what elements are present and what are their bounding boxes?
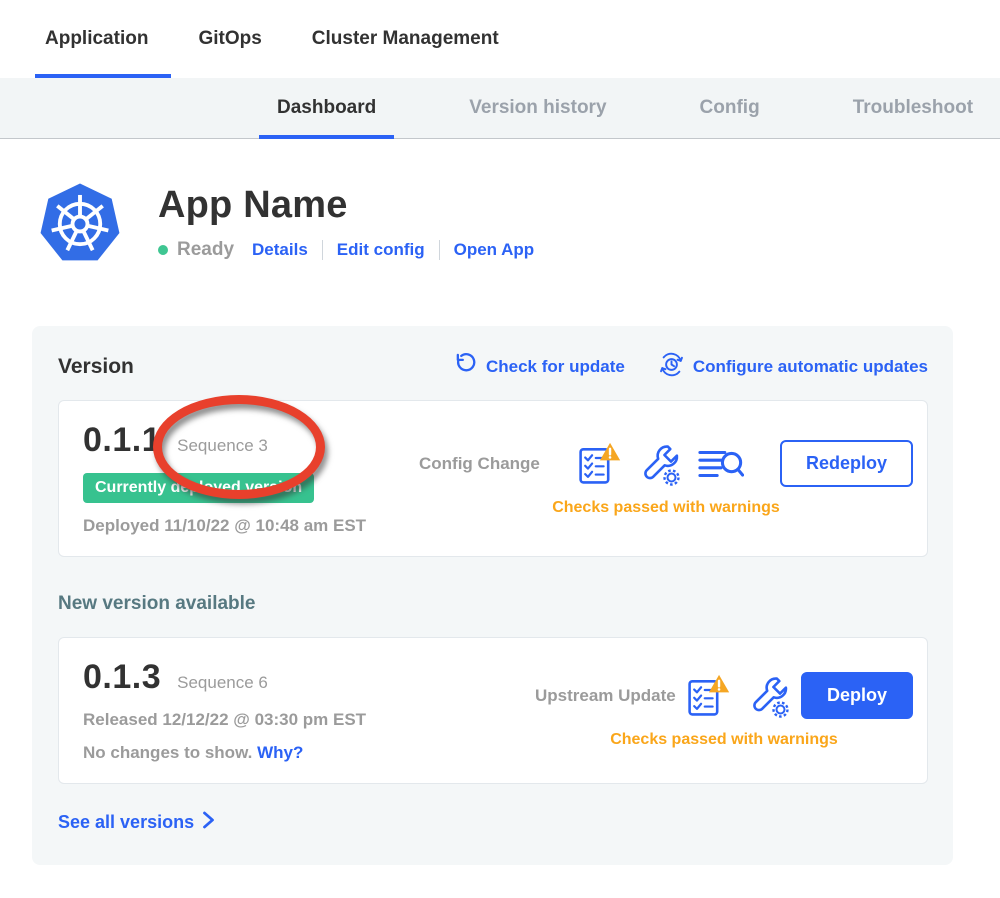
new-version-sequence: Sequence 6 bbox=[177, 673, 268, 693]
deployed-timestamp: Deployed 11/10/22 @ 10:48 am EST bbox=[83, 516, 419, 536]
status-dot bbox=[158, 245, 168, 255]
tab-cluster-management[interactable]: Cluster Management bbox=[312, 0, 499, 78]
new-change-type: Upstream Update bbox=[535, 686, 676, 706]
warning-triangle bbox=[600, 442, 620, 459]
page-title: App Name bbox=[158, 185, 534, 227]
warning-triangle bbox=[709, 674, 729, 691]
edit-config-link[interactable]: Edit config bbox=[337, 240, 425, 260]
check-for-update-link[interactable]: Check for update bbox=[454, 353, 625, 381]
preflight-checks-icon[interactable] bbox=[576, 441, 622, 487]
open-app-link[interactable]: Open App bbox=[454, 240, 535, 260]
tab-application[interactable]: Application bbox=[45, 0, 148, 78]
tab-version-history[interactable]: Version history bbox=[469, 78, 606, 138]
current-checks-status: Checks passed with warnings bbox=[419, 499, 913, 517]
view-files-icon[interactable] bbox=[698, 445, 744, 483]
configure-automatic-updates-link[interactable]: Configure automatic updates bbox=[659, 352, 928, 382]
status-badge: Ready bbox=[177, 239, 234, 261]
kubernetes-logo-icon bbox=[36, 179, 124, 274]
tab-config[interactable]: Config bbox=[700, 78, 760, 138]
current-version-number: 0.1.1 bbox=[83, 421, 161, 460]
divider bbox=[322, 240, 323, 260]
preflight-checks-icon[interactable] bbox=[685, 673, 731, 719]
current-change-type: Config Change bbox=[419, 454, 540, 474]
new-version-heading: New version available bbox=[58, 593, 928, 615]
current-version-row: 0.1.1 Sequence 3 Currently deployed vers… bbox=[58, 400, 928, 557]
new-checks-status: Checks passed with warnings bbox=[535, 731, 913, 749]
app-header: App Name Ready Details Edit config Open … bbox=[36, 179, 1000, 274]
deploy-button[interactable]: Deploy bbox=[801, 672, 913, 719]
currently-deployed-badge: Currently deployed version bbox=[83, 473, 314, 503]
current-version-sequence: Sequence 3 bbox=[177, 436, 268, 456]
edit-config-values-icon[interactable] bbox=[747, 674, 791, 718]
tab-troubleshoot[interactable]: Troubleshoot bbox=[853, 78, 973, 138]
details-link[interactable]: Details bbox=[252, 240, 308, 260]
no-changes-text: No changes to show. bbox=[83, 743, 252, 762]
tab-gitops[interactable]: GitOps bbox=[198, 0, 261, 78]
edit-config-values-icon[interactable] bbox=[638, 442, 682, 486]
auto-update-schedule-icon bbox=[659, 352, 684, 382]
top-nav: Application GitOps Cluster Management bbox=[0, 0, 1000, 78]
released-timestamp: Released 12/12/22 @ 03:30 pm EST bbox=[83, 710, 535, 730]
see-all-versions-link[interactable]: See all versions bbox=[58, 810, 928, 835]
refresh-icon bbox=[454, 353, 477, 381]
divider bbox=[439, 240, 440, 260]
new-version-row: 0.1.3 Sequence 6 Released 12/12/22 @ 03:… bbox=[58, 637, 928, 784]
chevron-right-icon bbox=[202, 810, 215, 835]
why-link[interactable]: Why? bbox=[257, 743, 303, 762]
tab-dashboard[interactable]: Dashboard bbox=[277, 78, 376, 138]
new-version-number: 0.1.3 bbox=[83, 658, 161, 697]
version-panel: Version Check for update bbox=[32, 326, 953, 865]
version-heading: Version bbox=[58, 355, 134, 379]
redeploy-button[interactable]: Redeploy bbox=[780, 440, 913, 487]
sub-nav: Dashboard Version history Config Trouble… bbox=[0, 78, 1000, 139]
